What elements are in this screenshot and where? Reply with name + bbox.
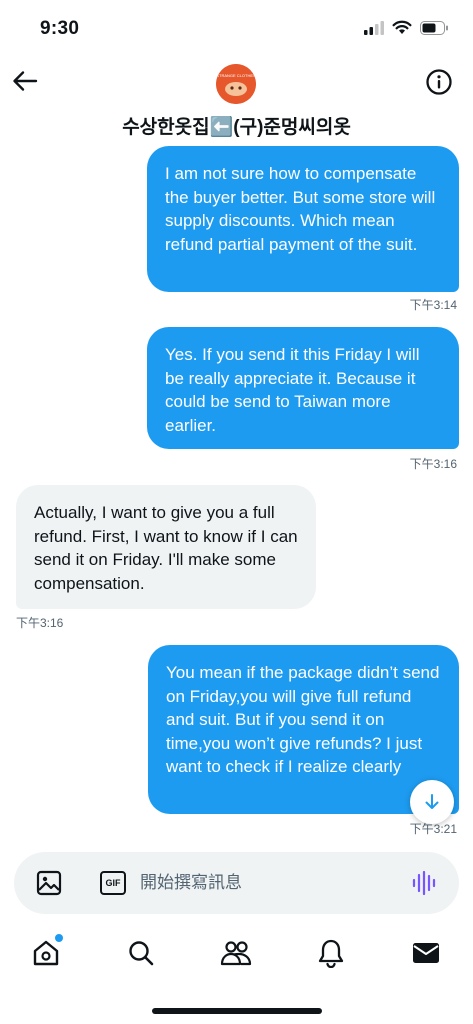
nav-communities[interactable] xyxy=(219,936,253,970)
message-list[interactable]: I am not sure how to compensate the buye… xyxy=(0,146,473,842)
info-button[interactable] xyxy=(425,68,453,96)
bell-icon xyxy=(318,939,344,968)
message-timestamp: 下午3:16 xyxy=(16,616,64,630)
bottom-navigation xyxy=(0,928,473,978)
message-text: You mean if the package didn’t send on F… xyxy=(166,663,440,776)
cellular-signal-icon xyxy=(364,20,384,35)
message-text: Yes. If you send it this Friday I will b… xyxy=(165,345,420,435)
svg-text:STRANGE CLOTHES: STRANGE CLOTHES xyxy=(216,73,256,78)
add-gif-button[interactable]: GIF xyxy=(100,871,126,895)
communities-icon xyxy=(220,941,252,966)
avatar-logo-icon: STRANGE CLOTHES xyxy=(216,64,256,104)
image-icon xyxy=(36,870,62,896)
nav-messages[interactable] xyxy=(409,936,443,970)
search-icon xyxy=(129,941,154,966)
scroll-to-bottom-button[interactable] xyxy=(410,780,454,824)
message-bubble-received[interactable]: Actually, I want to give you a full refu… xyxy=(16,485,316,609)
message-timestamp: 下午3:14 xyxy=(409,298,457,312)
voice-wave-icon xyxy=(412,870,436,896)
message-composer: GIF xyxy=(14,852,459,914)
conversation-header: STRANGE CLOTHES 수상한옷집⬅️(구)준멍씨의옷 xyxy=(0,56,473,146)
nav-notifications[interactable] xyxy=(314,936,348,970)
status-bar: 9:30 xyxy=(0,0,473,56)
message-timestamp: 下午3:16 xyxy=(409,457,457,471)
info-icon xyxy=(426,69,452,95)
wifi-icon xyxy=(392,20,412,34)
message-bubble-sent[interactable]: I am not sure how to compensate the buye… xyxy=(147,146,459,292)
voice-message-button[interactable] xyxy=(411,870,437,896)
home-notification-dot xyxy=(55,934,63,942)
gif-label: GIF xyxy=(105,878,121,888)
message-bubble-sent[interactable]: You mean if the package didn’t send on F… xyxy=(148,645,459,814)
add-image-button[interactable] xyxy=(36,870,62,896)
battery-icon xyxy=(420,20,448,35)
avatar[interactable]: STRANGE CLOTHES xyxy=(216,64,256,104)
nav-home[interactable] xyxy=(29,934,63,970)
mail-icon xyxy=(413,943,439,963)
status-icons xyxy=(364,20,449,35)
message-input[interactable] xyxy=(140,866,400,900)
home-indicator xyxy=(152,1008,322,1014)
contact-name: 수상한옷집⬅️(구)준멍씨의옷 xyxy=(122,117,351,138)
status-time: 9:30 xyxy=(40,18,80,39)
arrow-left-icon xyxy=(13,71,38,91)
nav-search[interactable] xyxy=(124,936,158,970)
message-bubble-sent[interactable]: Yes. If you send it this Friday I will b… xyxy=(147,327,459,449)
message-text: I am not sure how to compensate the buye… xyxy=(165,164,436,254)
back-button[interactable] xyxy=(10,66,40,96)
message-text: Actually, I want to give you a full refu… xyxy=(34,503,298,593)
arrow-down-icon xyxy=(425,794,439,809)
home-icon xyxy=(33,940,59,966)
